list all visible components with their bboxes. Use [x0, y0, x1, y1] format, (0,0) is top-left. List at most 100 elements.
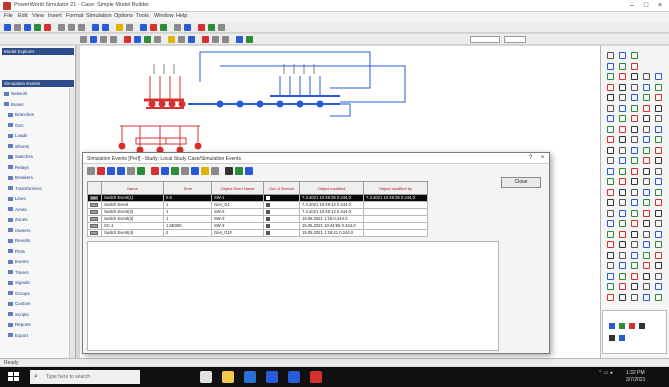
toolbox-tool-icon[interactable] — [655, 262, 662, 269]
toolbox-tool-icon[interactable] — [655, 230, 662, 238]
toolbox-tool-icon[interactable] — [619, 146, 626, 154]
toolbox-tool-icon[interactable] — [631, 220, 638, 227]
menu-view[interactable]: View — [32, 13, 44, 19]
filter-icon[interactable] — [137, 167, 145, 175]
tree-item[interactable]: Signals — [8, 279, 30, 286]
toolbox-tool-icon[interactable] — [655, 220, 662, 227]
toolbox-tool-icon[interactable] — [607, 167, 614, 175]
toolbox-tool-icon[interactable] — [643, 167, 650, 175]
toolbox-tool-icon[interactable] — [643, 136, 650, 143]
toolbox-tool-icon[interactable] — [655, 94, 662, 101]
print-icon[interactable] — [211, 167, 219, 175]
tree-item[interactable]: Events — [8, 258, 29, 265]
tree-item[interactable]: Gen — [8, 122, 24, 129]
menu-insert[interactable]: Insert — [48, 13, 62, 19]
toolbox-tool-icon[interactable] — [643, 157, 650, 164]
toolbox-tool-icon[interactable] — [607, 62, 614, 70]
toolbox-tool-icon[interactable] — [631, 73, 638, 80]
align-icon[interactable] — [212, 36, 219, 43]
tree-item[interactable]: Transformers — [8, 185, 42, 192]
toolbox-tool-icon[interactable] — [607, 220, 614, 227]
load-icon[interactable] — [154, 36, 161, 43]
toolbox-tool-icon[interactable] — [619, 241, 626, 248]
toolbox-tool-icon[interactable] — [631, 136, 638, 143]
toolbox-tool-icon[interactable] — [619, 52, 626, 59]
toolbox-tool-icon[interactable] — [643, 283, 650, 290]
toolbox-tool-icon[interactable] — [655, 188, 662, 196]
stop-icon[interactable] — [44, 24, 51, 31]
toolbox-tool-icon[interactable] — [655, 136, 662, 143]
toolbox-tool-icon[interactable] — [631, 94, 638, 101]
toolbox-tool-icon[interactable] — [619, 94, 626, 101]
tree-item[interactable]: Buses — [4, 101, 24, 108]
circle-icon[interactable] — [110, 36, 117, 43]
browser-icon[interactable] — [244, 371, 256, 383]
toolbox-tool-icon[interactable] — [619, 167, 626, 175]
toolbox-tool-icon[interactable] — [607, 283, 614, 290]
toolbox-tool-icon[interactable] — [607, 230, 614, 238]
settings-icon[interactable] — [218, 24, 225, 31]
tree-item[interactable]: Breakers — [8, 174, 33, 181]
copy-icon[interactable] — [68, 24, 75, 31]
column-header[interactable]: Object Short Name — [211, 181, 264, 195]
column-header[interactable]: Name — [101, 181, 164, 195]
checkbox-icon[interactable] — [266, 202, 270, 207]
text-icon[interactable] — [188, 36, 195, 43]
toolbox-tool-icon[interactable] — [643, 262, 650, 269]
table-row[interactable]: SC-1 1.5E050 SW-3 15.05.2021 10:44:56 0.244… — [87, 222, 428, 230]
refresh-icon[interactable] — [171, 167, 179, 175]
tree-item[interactable]: Relays — [8, 164, 29, 171]
export-icon[interactable] — [191, 167, 199, 175]
toolbox-tool-icon[interactable] — [631, 146, 638, 154]
checkbox-icon[interactable] — [266, 216, 270, 221]
switch-icon[interactable] — [168, 36, 175, 43]
checkbox-icon[interactable] — [266, 209, 270, 214]
cut-icon[interactable] — [58, 24, 65, 31]
menu-file[interactable]: File — [4, 13, 13, 19]
report-icon[interactable] — [184, 24, 191, 31]
checkbox-icon[interactable] — [266, 195, 270, 200]
toolbox-tool-icon[interactable] — [643, 272, 650, 280]
toolbox-tool-icon[interactable] — [643, 199, 650, 206]
toolbox-tool-icon[interactable] — [619, 115, 626, 122]
toolbox-tool-icon[interactable] — [631, 178, 638, 185]
toolbox-tool-icon[interactable] — [619, 136, 626, 143]
edit-icon[interactable] — [87, 167, 95, 175]
toolbox-tool-icon[interactable] — [607, 136, 614, 143]
tree-item[interactable]: Results — [8, 237, 30, 244]
tree-item[interactable]: Owners — [8, 227, 31, 234]
toolbox-tool-icon[interactable] — [619, 83, 626, 91]
layer-icon[interactable] — [236, 36, 243, 43]
toolbox-tool-icon[interactable] — [607, 125, 614, 133]
tree-item[interactable]: Reports — [8, 321, 31, 328]
toolbox-tool-icon[interactable] — [607, 52, 614, 59]
toolbox-tool-icon[interactable] — [619, 178, 626, 185]
toolbox-tool-icon[interactable] — [631, 125, 638, 133]
toolbox-tool-icon[interactable] — [655, 104, 662, 112]
toolbox-tool-icon[interactable] — [607, 146, 614, 154]
color-icon[interactable] — [246, 36, 253, 43]
palette-green-icon[interactable] — [619, 323, 625, 329]
loadflow-icon[interactable] — [160, 24, 167, 31]
toolbox-tool-icon[interactable] — [643, 178, 650, 185]
delete-icon[interactable] — [97, 167, 105, 175]
new-event-icon[interactable] — [151, 167, 159, 175]
transformer-icon[interactable] — [134, 36, 141, 43]
task-view-icon[interactable] — [200, 371, 212, 383]
info-icon[interactable] — [245, 167, 253, 175]
close-dialog-button[interactable]: Close — [501, 177, 541, 188]
check-icon[interactable] — [208, 24, 215, 31]
palette-navy-icon[interactable] — [619, 335, 625, 341]
tree-item[interactable]: Lines — [8, 195, 26, 202]
app-icon[interactable] — [266, 371, 278, 383]
toolbox-tool-icon[interactable] — [631, 115, 638, 122]
toolbox-tool-icon[interactable] — [619, 125, 626, 133]
toolbox-tool-icon[interactable] — [631, 283, 638, 290]
column-header[interactable]: Time — [163, 181, 212, 195]
toolbox-tool-icon[interactable] — [607, 188, 614, 196]
toolbox-tool-icon[interactable] — [643, 230, 650, 238]
toolbox-tool-icon[interactable] — [619, 220, 626, 227]
toolbox-tool-icon[interactable] — [607, 178, 614, 185]
print-icon[interactable] — [174, 24, 181, 31]
toolbox-tool-icon[interactable] — [631, 62, 638, 70]
